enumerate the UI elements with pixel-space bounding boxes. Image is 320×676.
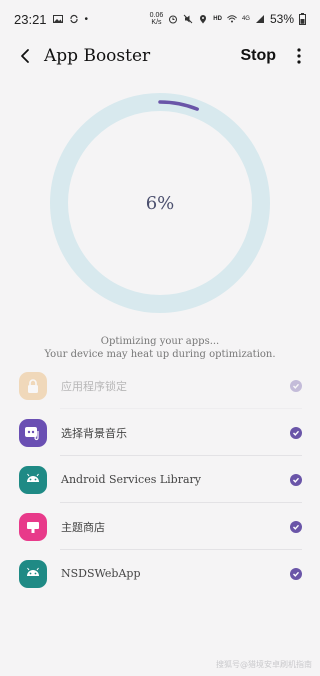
notification-dot-icon: • (84, 13, 89, 25)
back-button[interactable] (14, 45, 36, 67)
status-bar: 23:21 • 0.06 K/s HD 4G 53% (0, 0, 320, 38)
app-name: NSDSWebApp (61, 567, 141, 580)
lock-app-icon (19, 371, 47, 400)
check-icon (290, 379, 302, 392)
app-list: 应用程序锁定 选择背景音乐 Android Services Library 主… (0, 362, 320, 597)
list-item: 应用程序锁定 (0, 362, 320, 409)
list-item: NSDSWebApp (0, 550, 320, 597)
status-time: 23:21 (14, 11, 47, 27)
mute-icon (183, 14, 193, 24)
status-message: Optimizing your apps... (100, 336, 220, 347)
gallery-icon (52, 15, 63, 23)
check-icon (290, 473, 302, 486)
signal-icon (255, 15, 264, 23)
battery-icon (299, 13, 306, 25)
watermark: 搜狐号@猎境安卓刷机指南 (216, 660, 312, 669)
network-speed: 0.06 K/s (149, 12, 164, 26)
list-item: 主题商店 (0, 503, 320, 550)
chevron-left-icon (21, 49, 29, 63)
progress-percent: 6% (145, 192, 175, 214)
android-app-icon (19, 465, 47, 494)
more-options-button[interactable] (288, 44, 310, 68)
list-item: Android Services Library (0, 456, 320, 503)
music-app-icon (19, 418, 47, 447)
battery-percent: 53% (269, 12, 294, 26)
app-bar: App Booster Stop (0, 38, 320, 74)
wifi-icon (227, 15, 237, 23)
page-title: App Booster (44, 46, 151, 66)
more-vertical-icon (297, 48, 301, 64)
app-name: 应用程序锁定 (61, 379, 127, 393)
warning-message: Your device may heat up during optimizat… (44, 349, 276, 360)
check-icon (290, 567, 302, 580)
alarm-icon (169, 15, 178, 24)
progress-ring: 6% (49, 92, 271, 314)
list-item: 选择背景音乐 (0, 409, 320, 456)
location-icon (200, 15, 207, 24)
stop-button[interactable]: Stop (236, 45, 280, 67)
check-icon (290, 520, 302, 533)
app-name: 主题商店 (61, 520, 105, 534)
hd-badge: HD (213, 16, 222, 22)
app-name: Android Services Library (61, 473, 202, 486)
check-icon (290, 426, 302, 439)
theme-store-icon (19, 512, 47, 541)
sync-icon (69, 14, 78, 24)
app-name: 选择背景音乐 (61, 426, 127, 440)
android-app-icon (19, 559, 47, 588)
network-type: 4G (241, 16, 250, 22)
